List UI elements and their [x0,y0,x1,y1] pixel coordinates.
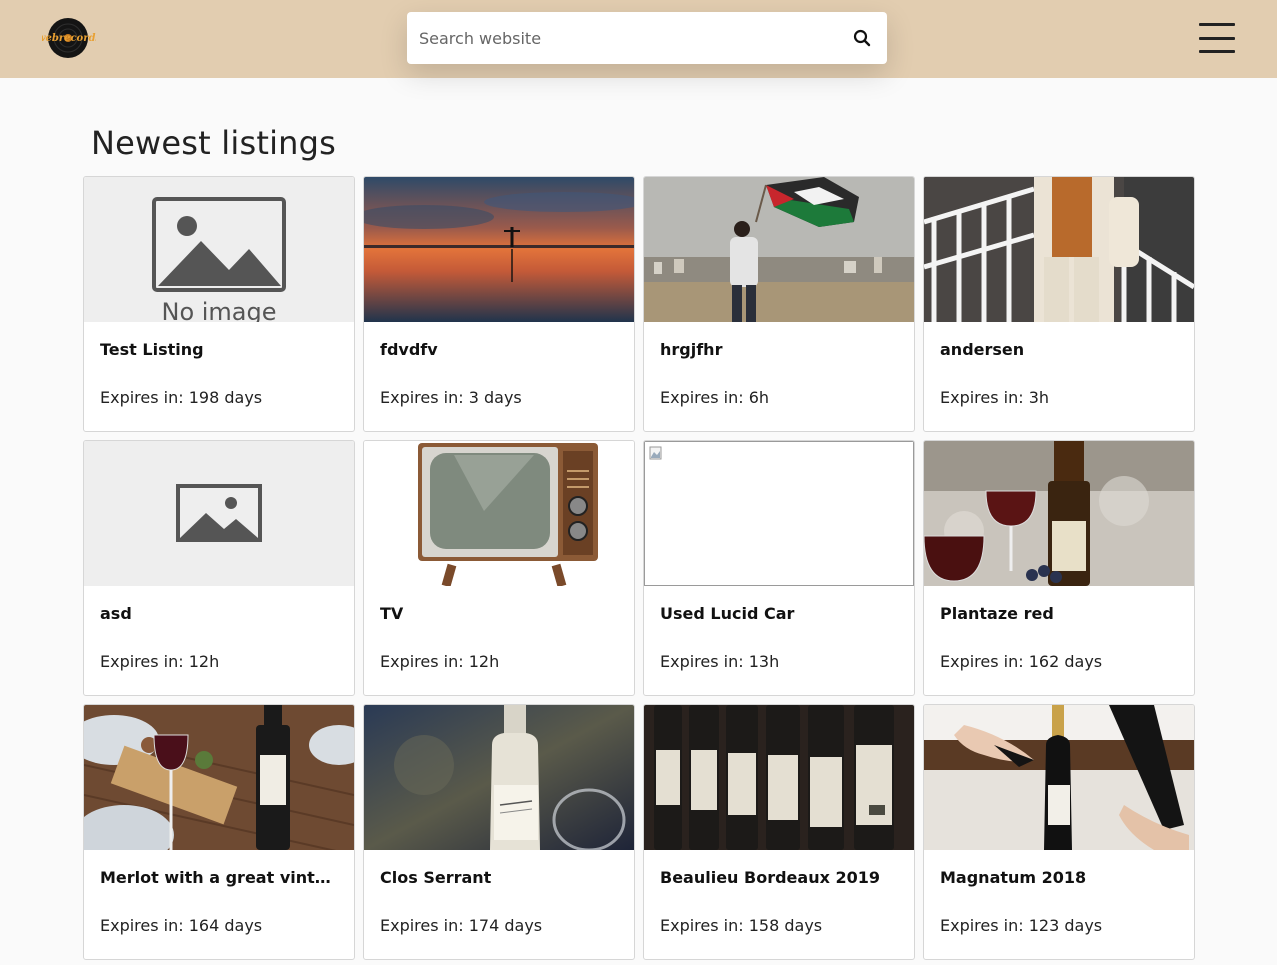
listing-card[interactable]: Used Lucid Car Expires in: 13h [643,440,915,696]
listing-expiry: Expires in: 158 days [660,916,823,935]
menu-line [1199,23,1235,26]
white-wine-bottle-photo [364,705,634,850]
retro-tv-photo [364,441,634,586]
listing-card[interactable]: Magnatum 2018 Expires in: 123 days [923,704,1195,960]
listing-expiry: Expires in: 3 days [380,388,522,407]
red-wine-photo [924,441,1194,586]
listing-card[interactable]: hrgjfhr Expires in: 6h [643,176,915,432]
listing-expiry: Expires in: 12h [100,652,220,671]
listings-grid: No image Test Listing Expires in: 198 da… [83,176,1195,960]
listing-expiry: Expires in: 174 days [380,916,543,935]
listing-title: Test Listing [100,340,204,359]
listing-title: Merlot with a great vinta... [100,868,344,887]
listing-card[interactable]: TV Expires in: 12h [363,440,635,696]
listing-title: TV [380,604,404,623]
listing-title: Magnatum 2018 [940,868,1087,887]
menu-line [1199,50,1235,53]
listing-title: Beaulieu Bordeaux 2019 [660,868,881,887]
menu-line [1199,36,1235,40]
no-image-label: No image [161,298,276,322]
listing-title: Plantaze red [940,604,1054,623]
listing-expiry: Expires in: 12h [380,652,500,671]
logo[interactable]: webrecords [37,17,101,59]
listing-expiry: Expires in: 3h [940,388,1050,407]
listing-title: hrgjfhr [660,340,723,359]
page-title: Newest listings [91,124,337,162]
listing-expiry: Expires in: 164 days [100,916,263,935]
generic-image-placeholder [84,441,354,586]
listing-card[interactable]: Beaulieu Bordeaux 2019 Expires in: 158 d… [643,704,915,960]
listing-title: asd [100,604,132,623]
listing-card[interactable]: asd Expires in: 12h [83,440,355,696]
no-image-placeholder: No image [84,177,354,322]
listing-title: Used Lucid Car [660,604,795,623]
listing-card[interactable]: Clos Serrant Expires in: 174 days [363,704,635,960]
search-icon [853,29,871,47]
sunset-lake-photo [364,177,634,322]
listing-title: andersen [940,340,1025,359]
listing-card[interactable]: Merlot with a great vinta... Expires in:… [83,704,355,960]
listing-card[interactable]: Plantaze red Expires in: 162 days [923,440,1195,696]
search-button[interactable] [837,12,887,64]
logo-text: webrecords [42,33,96,44]
listing-expiry: Expires in: 13h [660,652,780,671]
listing-card[interactable]: andersen Expires in: 3h [923,176,1195,432]
top-header: webrecords [0,0,1277,78]
listing-expiry: Expires in: 123 days [940,916,1103,935]
listing-card[interactable]: No image Test Listing Expires in: 198 da… [83,176,355,432]
champagne-photo [924,705,1194,850]
search-input[interactable] [407,12,837,64]
hamburger-menu-icon[interactable] [1196,20,1238,56]
bordeaux-bottles-photo [644,705,914,850]
fashion-photo [924,177,1194,322]
flag-city-photo [644,177,914,322]
listing-expiry: Expires in: 162 days [940,652,1103,671]
search-bar [407,12,887,64]
listing-expiry: Expires in: 198 days [100,388,263,407]
broken-image-icon [644,441,914,586]
listing-title: Clos Serrant [380,868,492,887]
listing-card[interactable]: fdvdfv Expires in: 3 days [363,176,635,432]
merlot-dinner-photo [84,705,354,850]
listing-title: fdvdfv [380,340,438,359]
listing-expiry: Expires in: 6h [660,388,770,407]
